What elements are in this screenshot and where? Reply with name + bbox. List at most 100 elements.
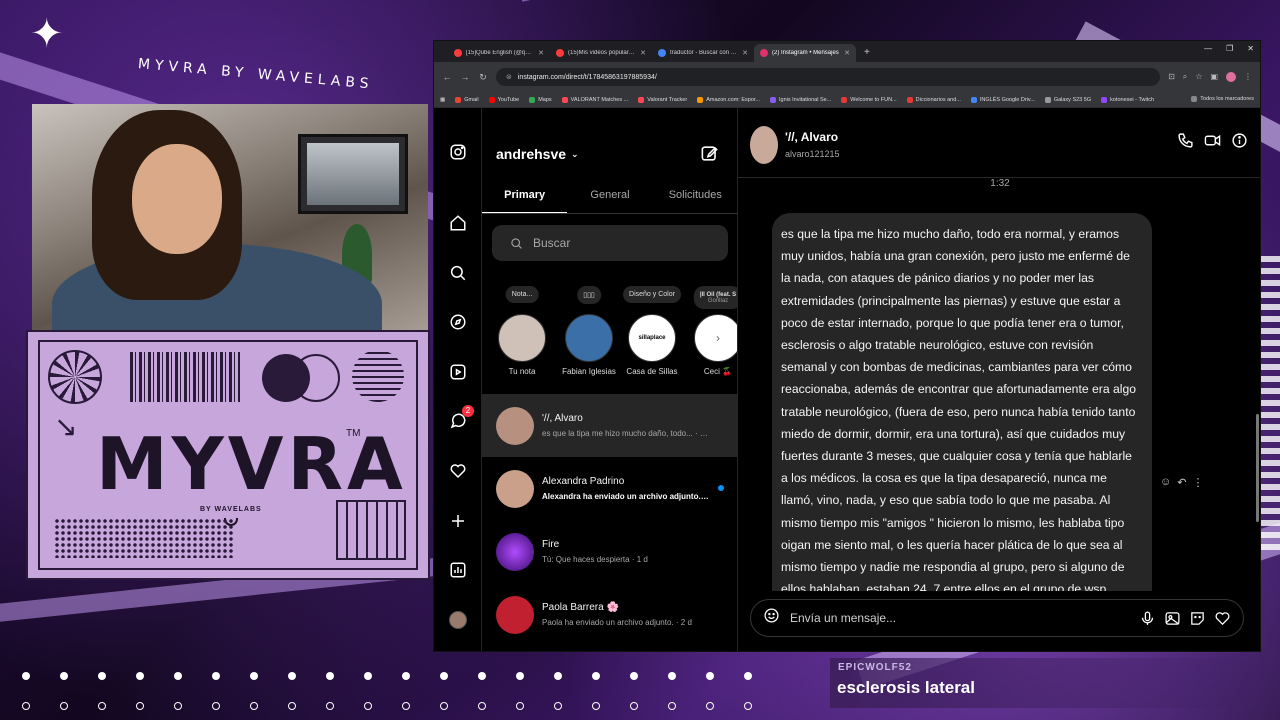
account-switcher[interactable]: andrehsve ⌄ xyxy=(496,146,579,162)
tab-requests[interactable]: Solicitudes xyxy=(653,176,737,213)
react-icon[interactable]: ☺ xyxy=(1160,476,1171,489)
conversation-list-panel: andrehsve ⌄ Primary General Solicitudes … xyxy=(482,108,738,651)
chat-contact-name[interactable]: '//, Alvaro xyxy=(785,130,838,144)
all-bookmarks-folder[interactable]: Todos los marcadores xyxy=(1191,96,1254,102)
conversation-item[interactable]: Fire Tú: Que haces despierta · 1 d xyxy=(482,520,737,583)
bookmark-item[interactable]: Ignis Invitational Se... xyxy=(770,96,831,103)
conversation-item[interactable]: Paola Barrera 🌸 Paola ha enviado un arch… xyxy=(482,583,737,646)
browser-tab[interactable]: [15]Qube English (@qubs.eng) ✕ xyxy=(448,44,550,62)
conversation-list: '//, Alvaro es que la tipa me hizo mucho… xyxy=(482,394,737,646)
close-icon[interactable]: ✕ xyxy=(640,49,646,57)
inbox-tabs: Primary General Solicitudes xyxy=(482,176,737,214)
star-icon[interactable]: ☆ xyxy=(1195,72,1202,82)
close-window-icon[interactable]: ✕ xyxy=(1247,44,1254,53)
install-icon[interactable]: ⊡ xyxy=(1168,72,1175,82)
brand-avatar: sillaplace xyxy=(628,314,676,362)
bookmark-item[interactable]: Diccionarios and... xyxy=(906,96,961,103)
heart-icon[interactable] xyxy=(1214,610,1231,627)
message-composer[interactable]: Envía un mensaje... xyxy=(750,599,1244,637)
extensions-icon[interactable]: ▣ xyxy=(1210,72,1218,82)
decor-dots xyxy=(22,702,752,710)
tab-general[interactable]: General xyxy=(567,176,652,213)
search-input[interactable]: Buscar xyxy=(492,225,728,261)
close-icon[interactable]: ✕ xyxy=(844,49,850,57)
tab-title: [15]Qube English (@qubs.eng) xyxy=(466,50,534,56)
url-field[interactable]: ⊜ instagram.com/direct/t/178458631978859… xyxy=(496,68,1161,86)
chevron-right-icon[interactable]: › xyxy=(694,314,737,362)
minimize-icon[interactable]: — xyxy=(1204,44,1212,53)
note-bubble: Diseño y Color xyxy=(623,286,681,303)
conversation-name: Alexandra Padrino xyxy=(542,476,625,487)
message-bubble[interactable]: es que la tipa me hizo mucho daño, todo … xyxy=(772,213,1152,591)
avatar xyxy=(498,314,546,362)
dashboard-icon[interactable] xyxy=(448,560,468,580)
circle-outline-graphic xyxy=(292,354,340,402)
bookmark-item[interactable]: Valorant Tracker xyxy=(638,96,687,103)
reply-icon[interactable]: ↶ xyxy=(1177,476,1186,489)
forward-icon[interactable]: → xyxy=(460,72,470,82)
profile-avatar[interactable] xyxy=(1226,72,1236,82)
sticker-icon[interactable] xyxy=(1189,610,1206,627)
messages-icon[interactable]: 2 xyxy=(448,405,474,431)
message-timestamp: 1:32 xyxy=(990,178,1010,189)
search-icon xyxy=(511,237,522,249)
reload-icon[interactable]: ↻ xyxy=(478,72,488,83)
zoom-icon[interactable]: ⌕ xyxy=(1183,72,1187,82)
microphone-icon[interactable] xyxy=(1139,610,1156,627)
more-icon[interactable]: ⋮ xyxy=(1192,476,1203,489)
apps-icon[interactable]: ▦ xyxy=(440,97,445,103)
create-icon[interactable] xyxy=(448,511,468,531)
rings-graphic xyxy=(352,350,404,402)
bookmark-item[interactable]: Gmail xyxy=(455,96,479,103)
profile-icon[interactable] xyxy=(448,610,468,630)
avatar xyxy=(496,532,534,571)
bookmark-item[interactable]: kotonesei - Twitch xyxy=(1101,96,1154,103)
phone-icon[interactable] xyxy=(1177,132,1194,149)
maximize-icon[interactable]: ❐ xyxy=(1226,44,1233,53)
bookmark-item[interactable]: Galaxy S23 5G xyxy=(1044,96,1091,103)
bookmark-item[interactable]: VALORANT Matches ... xyxy=(561,96,628,103)
browser-tab[interactable]: traductor - Buscar con Google ✕ xyxy=(652,44,754,62)
avatar[interactable] xyxy=(750,126,778,164)
scrollbar[interactable] xyxy=(1256,414,1259,522)
close-icon[interactable]: ✕ xyxy=(538,49,544,57)
new-message-icon[interactable] xyxy=(700,144,719,168)
bookmark-item[interactable]: INGLÉS Google Driv... xyxy=(970,96,1035,103)
bookmark-item[interactable]: Amazon.com: Espor... xyxy=(697,96,760,103)
explore-icon[interactable] xyxy=(448,312,468,332)
bookmarks-bar: ▦ Gmail YouTube Maps VALORANT Matches ..… xyxy=(434,92,1260,108)
browser-tab[interactable]: (15)Mis videos populares selv ✕ xyxy=(550,44,652,62)
home-icon[interactable] xyxy=(448,213,468,233)
instagram-logo-icon[interactable] xyxy=(448,142,468,162)
chat-contact-handle: alvaro121215 xyxy=(785,149,840,159)
image-icon[interactable] xyxy=(1164,610,1181,627)
back-icon[interactable]: ← xyxy=(442,72,452,82)
message-input[interactable]: Envía un mensaje... xyxy=(790,611,1129,625)
emoji-icon[interactable] xyxy=(763,607,780,629)
avatar xyxy=(496,469,534,508)
menu-icon[interactable]: ⋮ xyxy=(1244,72,1252,82)
logo-subtitle: BY WAVELABS xyxy=(200,506,262,513)
tab-favicon xyxy=(760,49,768,57)
heart-icon[interactable] xyxy=(448,461,468,481)
search-icon[interactable] xyxy=(448,263,468,283)
tab-strip: [15]Qube English (@qubs.eng) ✕ (15)Mis v… xyxy=(434,41,1260,62)
account-username: andrehsve xyxy=(496,146,567,162)
conversation-item[interactable]: '//, Alvaro es que la tipa me hizo mucho… xyxy=(482,394,737,457)
conversation-item[interactable]: Alexandra Padrino Alexandra ha enviado u… xyxy=(482,457,737,520)
note-bubble: Nota... xyxy=(505,286,539,303)
close-icon[interactable]: ✕ xyxy=(742,49,748,57)
info-icon[interactable] xyxy=(1231,132,1248,149)
tab-primary[interactable]: Primary xyxy=(482,176,568,213)
new-tab-button[interactable]: + xyxy=(856,47,878,62)
reels-icon[interactable] xyxy=(448,362,468,382)
instagram-nav-rail: 2 xyxy=(434,108,482,651)
browser-tab-active[interactable]: (2) Instagram • Mensajes ✕ xyxy=(754,44,856,62)
bookmark-item[interactable]: Welcome to FUN... xyxy=(841,96,897,103)
conversation-name: Paola Barrera 🌸 xyxy=(542,602,619,613)
site-info-icon[interactable]: ⊜ xyxy=(506,73,512,81)
composer-tools xyxy=(1139,610,1231,627)
bookmark-item[interactable]: Maps xyxy=(529,96,552,103)
bookmark-item[interactable]: YouTube xyxy=(488,96,519,103)
video-call-icon[interactable] xyxy=(1204,132,1221,149)
